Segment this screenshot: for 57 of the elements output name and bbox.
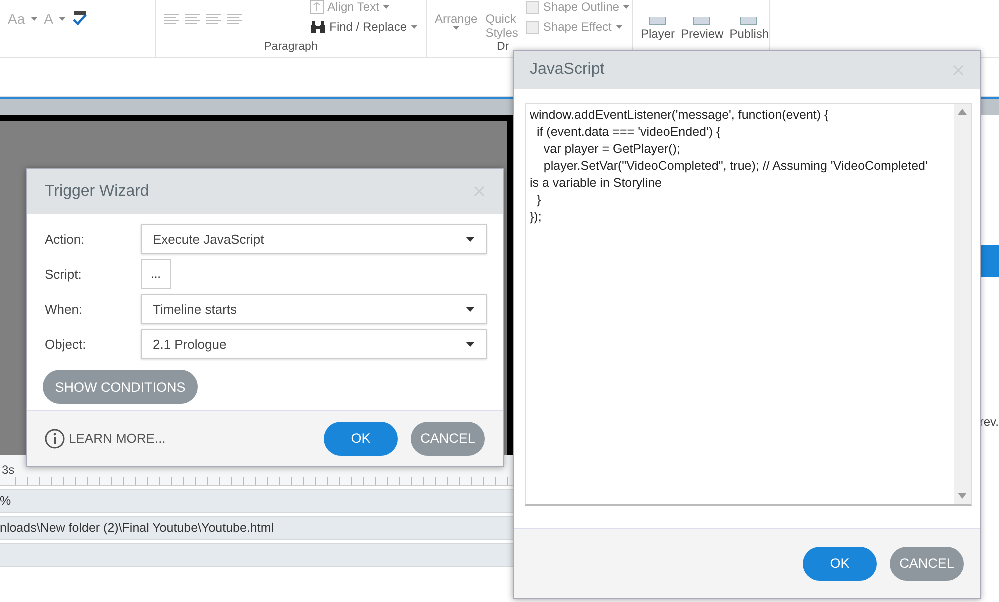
dropdown[interactable]: 2.1 Prologue [141,329,487,359]
field-label: When: [45,302,84,316]
status-text: % [0,494,12,508]
scrollbar[interactable] [954,104,971,504]
publish-tool-button[interactable]: Player [641,27,676,41]
dropdown-caret-icon [466,342,475,346]
arrange-button[interactable]: Arrange [435,12,478,26]
caret-icon [452,26,460,30]
script-text: window.addEventListener('message', function(event) { if (event.data === 'videoEnded') { var player = GetPlayer(); player.SetVar("VideoCompleted", true); // Assuming 'VideoCompleted' is a variable in Storyline } }); [529,107,929,226]
shape-icon [526,20,540,34]
field-label: Action: [45,232,86,246]
cancel-button[interactable]: CANCEL [890,546,964,580]
status-text: nloads\New folder (2)\Final Youtube\Youtube.html [0,521,274,535]
cancel-button[interactable]: CANCEL [411,422,485,456]
caret-icon [31,17,38,21]
publish-tool-button[interactable]: Preview [681,27,724,41]
caret-icon [411,25,418,29]
shape-menu-button[interactable]: Shape Outline [543,0,620,14]
script-button[interactable]: ... [141,259,171,289]
publish-tool-button[interactable]: Publish [730,27,770,41]
info-icon [45,428,65,448]
time-label: 3s [2,463,15,477]
learn-more-link[interactable]: LEARN MORE... [69,431,166,446]
quick-styles-button[interactable]: Quick Styles [486,12,518,40]
scroll-down-icon[interactable] [958,493,967,499]
caret-icon [383,5,390,9]
align-text-button[interactable]: Align Text [328,0,380,14]
ok-button[interactable]: OK [324,422,398,456]
shape-menu-button[interactable]: Shape Effect [543,20,612,34]
dropdown-caret-icon [466,306,475,312]
field-label: Script: [45,266,83,282]
font-option[interactable]: A [44,11,54,27]
caret-icon [59,17,66,21]
spellcheck-icon[interactable] [72,11,88,27]
dropdown[interactable]: Execute JavaScript [141,224,487,254]
align-text-icon [310,0,324,14]
align-icon[interactable] [227,14,242,25]
align-icon[interactable] [164,14,179,25]
dialog-title: JavaScript [530,61,605,79]
align-icon[interactable] [185,14,200,25]
dropdown[interactable]: Timeline starts [141,294,487,324]
group-label: Dr [497,41,510,53]
binoculars-icon [310,20,326,34]
scroll-up-icon[interactable] [958,109,967,115]
field-label: Object: [45,336,88,352]
side-tab[interactable] [979,245,999,277]
dialog-title: Trigger Wizard [45,182,150,200]
dropdown-caret-icon [466,236,475,242]
align-icon[interactable] [206,14,221,25]
script-editor[interactable] [525,103,972,506]
caret-icon [623,5,630,9]
caret-icon [616,25,623,29]
show-conditions-button[interactable]: SHOW CONDITIONS [43,370,198,404]
find-replace-button[interactable]: Find / Replace [330,20,407,34]
ok-button[interactable]: OK [803,546,877,580]
group-label: Paragraph [264,41,318,53]
font-option[interactable]: Aa [8,11,26,27]
